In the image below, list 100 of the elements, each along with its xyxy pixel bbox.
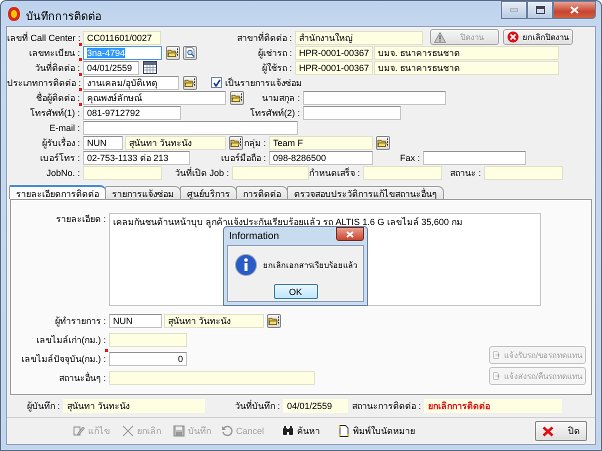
lookup-button[interactable] bbox=[183, 76, 197, 90]
dialog-message: ยกเลิกเอกสารเรียบร้อยแล้ว bbox=[263, 260, 357, 272]
checkbox-label: เป็นรายการแจ้งซ่อม bbox=[225, 76, 302, 90]
field-label: รายละเอียด : bbox=[54, 213, 107, 225]
lookup-button[interactable] bbox=[230, 90, 244, 104]
floppy-icon bbox=[173, 425, 185, 438]
folder-icon bbox=[167, 47, 179, 58]
input-field[interactable]: 0 bbox=[109, 352, 187, 366]
toolbar-button[interactable]: ค้นหา bbox=[282, 424, 320, 438]
folder-icon bbox=[377, 137, 389, 148]
lookup-button[interactable] bbox=[166, 46, 180, 60]
close-button[interactable] bbox=[336, 227, 364, 241]
input-field[interactable]: บมจ. ธนาคารธนชาต bbox=[374, 46, 559, 60]
input-field[interactable]: NUN bbox=[83, 136, 123, 150]
preview-button[interactable] bbox=[183, 46, 197, 60]
maximize-icon bbox=[536, 6, 544, 14]
lookup-button[interactable] bbox=[267, 314, 281, 328]
lookup-button[interactable] bbox=[229, 136, 243, 150]
field-label: วันที่เปิด Job : bbox=[174, 166, 230, 180]
field-label: Fax : bbox=[398, 152, 421, 162]
field-label: ผู้ทำรายการ : bbox=[54, 314, 107, 328]
field-label: โทรศัพท์(2) : bbox=[248, 106, 301, 120]
input-field[interactable]: NUN bbox=[109, 314, 162, 328]
folder-icon bbox=[230, 137, 242, 148]
input-field[interactable]: 098-8286500 bbox=[269, 150, 373, 164]
folder-icon bbox=[268, 315, 280, 326]
input-field[interactable] bbox=[83, 120, 298, 134]
input-field[interactable]: สุนันทา วันทะนัง bbox=[125, 136, 226, 150]
dialog-title: Information bbox=[229, 230, 280, 242]
input-field[interactable]: HPR-0001-00367 bbox=[295, 46, 373, 60]
input-field[interactable]: HPR-0001-00367 bbox=[295, 60, 373, 74]
input-field[interactable]: 02-753-1133 ต่อ 213 bbox=[83, 150, 190, 164]
input-field[interactable] bbox=[423, 150, 526, 164]
field-label: สาขาที่ติดต่อ : bbox=[236, 30, 293, 44]
field-label: เลขที่ Call Center : bbox=[7, 30, 82, 44]
undo-icon bbox=[221, 425, 233, 438]
tab[interactable]: รายละเอียดการติดต่อ bbox=[9, 185, 106, 199]
tab[interactable]: ศูนย์บริการ bbox=[180, 186, 237, 199]
field-label: วันที่บันทึก : bbox=[234, 399, 281, 414]
info-icon bbox=[235, 254, 257, 276]
input-field[interactable] bbox=[303, 106, 401, 120]
field-label: นามสกุล : bbox=[260, 92, 301, 104]
tab[interactable]: การติดต่อ bbox=[236, 186, 288, 199]
folder-icon bbox=[184, 77, 196, 88]
magnifier-icon bbox=[184, 47, 196, 58]
toolbar-button[interactable]: พิมพ์ใบนัดหมาย bbox=[338, 424, 416, 438]
input-field[interactable]: Team F bbox=[269, 136, 373, 150]
field-label: สถานะอื่นๆ : bbox=[58, 370, 107, 384]
maximize-button[interactable] bbox=[527, 1, 553, 19]
input-field[interactable]: สุนันทา วันทะนัง bbox=[164, 314, 264, 328]
field-label: เลขไมล์เก่า(กม.) : bbox=[36, 334, 107, 346]
calendar-icon bbox=[143, 61, 157, 74]
export-icon bbox=[493, 349, 500, 361]
close-icon bbox=[570, 6, 579, 14]
close-window-button[interactable]: ปิด bbox=[535, 421, 587, 442]
field-label: JobNo. : bbox=[45, 168, 81, 178]
cancel-icon bbox=[507, 31, 519, 43]
export-icon bbox=[493, 370, 500, 382]
edit-icon bbox=[73, 425, 85, 438]
field-label: ชื่อผู้ติดต่อ : bbox=[34, 90, 81, 104]
field-label: กลุ่ม : bbox=[243, 136, 267, 150]
minimize-button[interactable] bbox=[501, 1, 527, 19]
input-field[interactable]: คุณพงษ์ลักษณ์ bbox=[83, 90, 226, 104]
close-icon bbox=[346, 230, 354, 238]
input-field[interactable] bbox=[303, 90, 446, 104]
check-icon bbox=[212, 78, 220, 86]
checkbox[interactable] bbox=[211, 77, 222, 88]
cancel-close-job-button[interactable]: ยกเลิกปิดงาน bbox=[503, 29, 573, 45]
calendar-button[interactable] bbox=[143, 60, 157, 74]
input-field[interactable]: 081-9712792 bbox=[83, 106, 181, 120]
field-label: ประเภทการติดต่อ : bbox=[7, 76, 82, 90]
input-field[interactable]: 04/01/2559 bbox=[83, 60, 139, 74]
field-label: ผู้บันทึก : bbox=[26, 400, 61, 414]
tab[interactable]: ตรวจสอบประวัติการแก้ไขสถานะอื่นๆ bbox=[287, 186, 444, 199]
field-label: สถานะการติดต่อ : bbox=[350, 400, 422, 414]
ok-button[interactable]: OK bbox=[274, 284, 318, 299]
document-icon bbox=[338, 425, 350, 438]
minimize-icon bbox=[510, 8, 518, 12]
folder-icon bbox=[231, 92, 243, 103]
field-label: เบอร์มือถือ : bbox=[220, 152, 267, 164]
input-field: 04/01/2559 bbox=[283, 399, 348, 414]
lookup-button[interactable] bbox=[376, 136, 390, 150]
close-button[interactable] bbox=[553, 1, 596, 19]
input-field[interactable]: สำนักงานใหญ่ bbox=[295, 30, 423, 44]
app-icon bbox=[7, 6, 21, 22]
window-title: บันทึกการติดต่อ bbox=[26, 10, 102, 25]
binoculars-icon bbox=[282, 425, 294, 438]
tab[interactable]: รายการแจ้งซ่อม bbox=[105, 186, 181, 199]
input-field[interactable]: งานเคลม/อุบัติเหตุ bbox=[83, 76, 179, 90]
close-icon bbox=[542, 426, 554, 437]
field-label: วันที่ติดต่อ : bbox=[34, 60, 81, 74]
field-label: สถานะ : bbox=[448, 166, 482, 180]
field-label: กำหนดเสร็จ : bbox=[309, 166, 362, 180]
field-label: ผู้ใช้รถ : bbox=[260, 62, 293, 74]
field-label: E-mail : bbox=[48, 122, 81, 132]
field-label: เลขไมล์ปัจจุบัน(กม.) : bbox=[20, 352, 107, 366]
warning-icon bbox=[434, 32, 446, 42]
field-label: ผู้รับเรื่อง : bbox=[40, 136, 81, 150]
input-field[interactable]: CC011601/0027 bbox=[83, 30, 161, 44]
input-field[interactable]: บมจ. ธนาคารธนชาต bbox=[374, 60, 559, 74]
